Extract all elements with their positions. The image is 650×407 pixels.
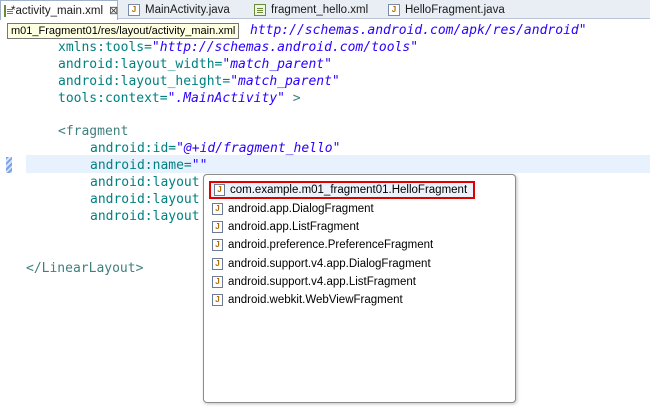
tab-label: fragment_hello.xml [271, 3, 369, 16]
attr-name: android:name= [90, 158, 192, 173]
attr-name: xmlns:tools= [58, 40, 152, 55]
completion-label: android.support.v4.app.ListFragment [228, 276, 416, 288]
attr-name: android:id= [90, 141, 177, 156]
attr-value: "http://schemas.android.com/tools" [151, 40, 419, 55]
editor-tab-bar: *activity_main.xml ⊠ J MainActivity.java… [0, 0, 650, 20]
completion-item[interactable]: J android.webkit.WebViewFragment [212, 291, 403, 309]
change-marker [6, 157, 12, 173]
code-line: android:layout [90, 174, 200, 191]
tag-close: </LinearLayout> [26, 261, 144, 276]
code-line: android:layout [90, 208, 200, 225]
attr-name: android:layout_width= [58, 57, 223, 72]
java-class-icon: J [212, 221, 223, 233]
completion-label: android.support.v4.app.DialogFragment [228, 258, 431, 270]
tab-label: MainActivity.java [145, 3, 230, 16]
tag-open: <fragment [58, 124, 129, 139]
code-line: android:layout [90, 191, 200, 208]
java-class-icon: J [212, 239, 223, 251]
attr-name: android:layout [90, 175, 200, 190]
java-class-icon: J [212, 276, 223, 288]
attr-value: "@+id/fragment_hello" [176, 141, 341, 156]
completion-label: android.app.DialogFragment [228, 203, 374, 215]
attr-value: "match_parent" [230, 74, 340, 89]
close-icon[interactable]: ⊠ [109, 4, 118, 17]
completion-item[interactable]: J android.app.DialogFragment [212, 200, 374, 218]
attr-value: http://schemas.android.com/apk/res/andro… [250, 23, 587, 38]
tab-label: HelloFragment.java [405, 3, 505, 16]
code-line: </LinearLayout> [26, 260, 143, 277]
tab-mainactivity-java[interactable]: J MainActivity.java [122, 0, 244, 19]
tab-hellofragment-java[interactable]: J HelloFragment.java [382, 0, 512, 19]
java-class-icon: J [212, 294, 223, 306]
attr-name: android:layout [90, 192, 200, 207]
completion-item[interactable]: J android.support.v4.app.DialogFragment [212, 255, 431, 273]
code-line: http://schemas.android.com/apk/res/andro… [250, 22, 587, 39]
completion-item[interactable]: J android.preference.PreferenceFragment [212, 236, 433, 254]
code-line: tools:context=".MainActivity" > [58, 90, 301, 107]
tag-end: > [284, 91, 301, 106]
file-path-tooltip: m01_Fragment01/res/layout/activity_main.… [7, 23, 240, 39]
content-assist-popup[interactable]: J com.example.m01_fragment01.HelloFragme… [203, 174, 516, 403]
attr-name: tools:context= [58, 91, 168, 106]
completion-label: android.webkit.WebViewFragment [228, 294, 403, 306]
completion-label: android.preference.PreferenceFragment [228, 239, 434, 251]
java-file-icon: J [388, 3, 400, 16]
code-line: <fragment [58, 123, 128, 140]
xml-file-icon [4, 4, 13, 17]
code-line: android:name="" [90, 157, 207, 174]
attr-value: "match_parent" [222, 57, 332, 72]
completion-item-selected[interactable]: J com.example.m01_fragment01.HelloFragme… [209, 181, 475, 199]
attr-name: android:layout [90, 209, 200, 224]
completion-item[interactable]: J android.app.ListFragment [212, 218, 359, 236]
code-line: android:layout_width="match_parent" [58, 56, 332, 73]
code-line: android:id="@+id/fragment_hello" [90, 140, 340, 157]
attr-name: android:layout_height= [58, 74, 231, 89]
java-file-icon: J [128, 3, 140, 16]
code-line: xmlns:tools="http://schemas.android.com/… [58, 39, 418, 56]
attr-value: "" [191, 158, 208, 173]
tab-fragment-hello-xml[interactable]: fragment_hello.xml [248, 0, 378, 19]
completion-label: android.app.ListFragment [228, 221, 360, 233]
java-class-icon: J [212, 258, 223, 270]
tab-label: *activity_main.xml [11, 4, 104, 17]
attr-value: ".MainActivity" [167, 91, 285, 106]
java-class-icon: J [214, 184, 225, 196]
editor-gutter [0, 20, 15, 407]
tab-activity-main-xml[interactable]: *activity_main.xml ⊠ [0, 0, 118, 20]
code-line: android:layout_height="match_parent" [58, 73, 340, 90]
completion-item[interactable]: J android.support.v4.app.ListFragment [212, 273, 416, 291]
xml-file-icon [254, 3, 266, 16]
completion-label: com.example.m01_fragment01.HelloFragment [230, 184, 468, 196]
java-class-icon: J [212, 203, 223, 215]
